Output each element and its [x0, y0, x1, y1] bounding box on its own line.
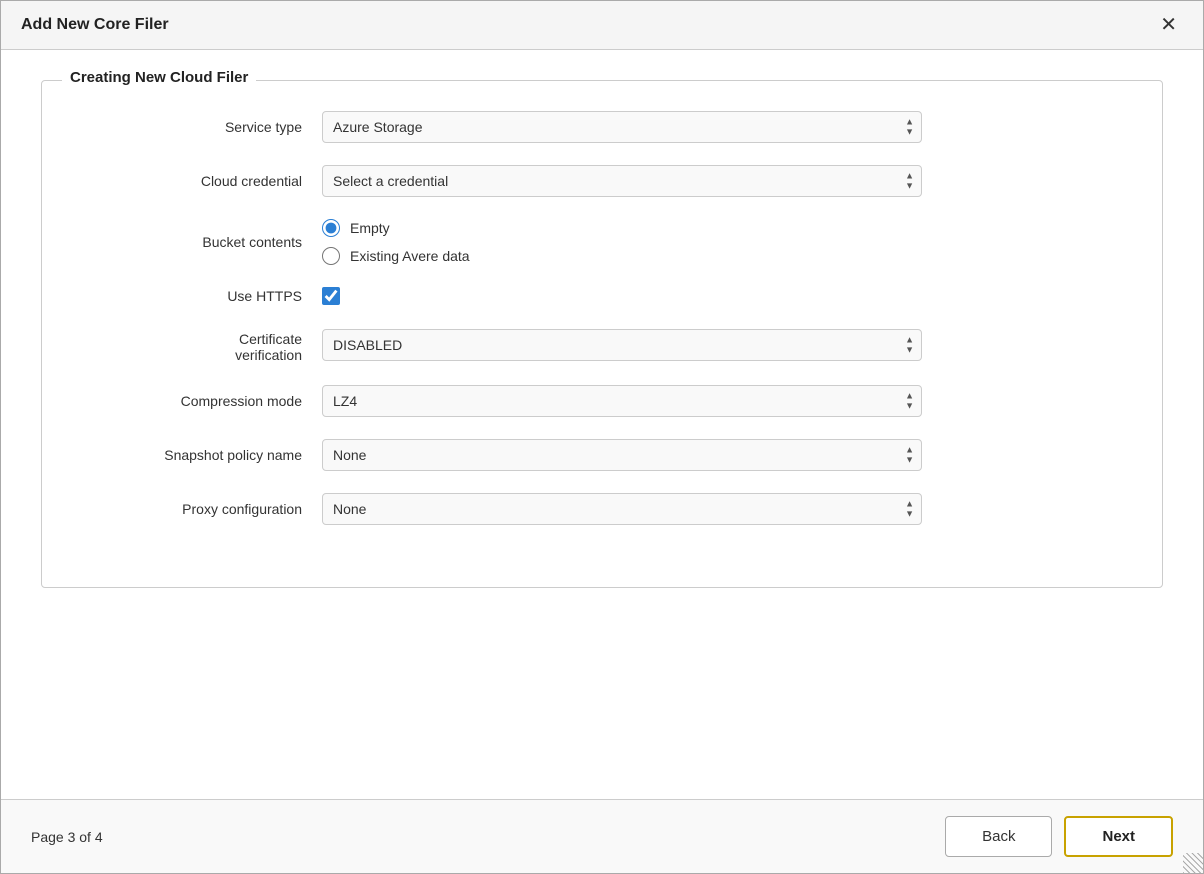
use-https-row: Use HTTPS [82, 287, 1122, 305]
snapshot-policy-label: Snapshot policy name [82, 447, 322, 463]
page-info: Page 3 of 4 [31, 829, 103, 845]
cloud-credential-row: Cloud credential Select a credential ▲ ▼ [82, 165, 1122, 197]
radio-existing-input[interactable] [322, 247, 340, 265]
next-button[interactable]: Next [1064, 816, 1173, 857]
cert-verification-label: Certificate verification [82, 327, 322, 363]
radio-empty[interactable]: Empty [322, 219, 922, 237]
snapshot-policy-row: Snapshot policy name None ▲ ▼ [82, 439, 1122, 471]
section-legend: Creating New Cloud Filer [62, 69, 256, 86]
section-box: Creating New Cloud Filer Service type Az… [41, 80, 1163, 588]
cert-verification-select[interactable]: DISABLED ENABLED [322, 329, 922, 361]
bucket-contents-group: Empty Existing Avere data [322, 219, 922, 265]
radio-empty-label: Empty [350, 220, 390, 236]
service-type-label: Service type [82, 119, 322, 135]
cloud-credential-label: Cloud credential [82, 173, 322, 189]
snapshot-policy-select[interactable]: None [322, 439, 922, 471]
back-button[interactable]: Back [945, 816, 1052, 857]
compression-mode-label: Compression mode [82, 393, 322, 409]
compression-mode-wrapper: LZ4 None LZF ▲ ▼ [322, 385, 922, 417]
bucket-contents-row: Bucket contents Empty Existing Avere dat… [82, 219, 1122, 265]
cert-label-line2: verification [235, 347, 302, 363]
proxy-config-label: Proxy configuration [82, 501, 322, 517]
proxy-config-wrapper: None ▲ ▼ [322, 493, 922, 525]
cloud-credential-wrapper: Select a credential ▲ ▼ [322, 165, 922, 197]
dialog-body: Creating New Cloud Filer Service type Az… [1, 50, 1203, 799]
service-type-wrapper: Azure Storage Amazon S3 Google Cloud Sto… [322, 111, 922, 143]
compression-mode-row: Compression mode LZ4 None LZF ▲ ▼ [82, 385, 1122, 417]
service-type-select[interactable]: Azure Storage Amazon S3 Google Cloud Sto… [322, 111, 922, 143]
use-https-label: Use HTTPS [82, 288, 322, 304]
radio-empty-input[interactable] [322, 219, 340, 237]
close-button[interactable]: ✕ [1154, 13, 1183, 37]
add-core-filer-dialog: Add New Core Filer ✕ Creating New Cloud … [0, 0, 1204, 874]
use-https-checkbox[interactable] [322, 287, 340, 305]
proxy-config-select[interactable]: None [322, 493, 922, 525]
dialog-footer: Page 3 of 4 Back Next [1, 799, 1203, 873]
proxy-config-row: Proxy configuration None ▲ ▼ [82, 493, 1122, 525]
service-type-row: Service type Azure Storage Amazon S3 Goo… [82, 111, 1122, 143]
radio-existing-label: Existing Avere data [350, 248, 470, 264]
dialog-header: Add New Core Filer ✕ [1, 1, 1203, 50]
cert-verification-wrapper: DISABLED ENABLED ▲ ▼ [322, 329, 922, 361]
footer-buttons: Back Next [945, 816, 1173, 857]
dialog-title: Add New Core Filer [21, 16, 169, 34]
cert-label-line1: Certificate [239, 331, 302, 347]
radio-existing[interactable]: Existing Avere data [322, 247, 922, 265]
compression-mode-select[interactable]: LZ4 None LZF [322, 385, 922, 417]
use-https-checkbox-wrapper [322, 287, 922, 305]
cloud-credential-select[interactable]: Select a credential [322, 165, 922, 197]
cert-verification-row: Certificate verification DISABLED ENABLE… [82, 327, 1122, 363]
bucket-contents-label: Bucket contents [82, 234, 322, 250]
snapshot-policy-wrapper: None ▲ ▼ [322, 439, 922, 471]
